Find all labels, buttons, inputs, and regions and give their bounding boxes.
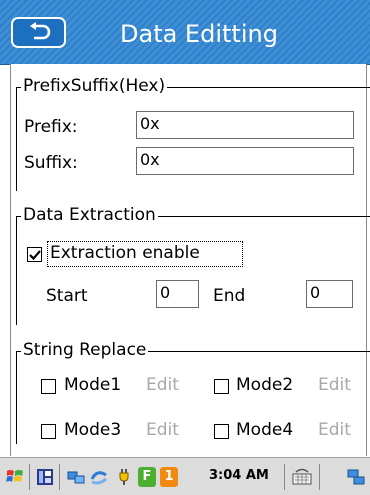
checkmark-icon	[29, 250, 41, 261]
power-plug-icon[interactable]	[114, 467, 134, 487]
mode2-checkbox[interactable]	[214, 379, 229, 394]
mode2-label[interactable]: Mode2	[236, 375, 293, 395]
string-replace-group-title: String Replace	[21, 339, 149, 361]
extraction-enable-checkbox[interactable]	[27, 247, 42, 262]
network-icon[interactable]	[66, 467, 86, 487]
title-bar: Data Editting	[0, 0, 370, 65]
end-field[interactable]: 0	[306, 280, 353, 308]
data-extraction-group-title: Data Extraction	[21, 204, 158, 226]
prefix-field[interactable]: 0x	[136, 111, 354, 139]
taskbar-separator	[29, 464, 30, 490]
status-badge-f: F	[138, 467, 156, 487]
sync-icon[interactable]	[89, 467, 109, 487]
data-extraction-group: Data Extraction	[16, 204, 370, 325]
back-button[interactable]	[11, 17, 66, 48]
status-badge-1: 1	[160, 467, 178, 487]
windows-start-icon[interactable]	[5, 467, 25, 487]
back-arrow-icon	[30, 22, 51, 40]
mode2-edit-button[interactable]: Edit	[318, 375, 351, 395]
taskbar-separator	[59, 464, 60, 490]
start-field[interactable]: 0	[156, 280, 199, 308]
keyboard-icon[interactable]	[292, 467, 312, 487]
mode3-label[interactable]: Mode3	[64, 420, 121, 440]
taskbar-separator	[284, 464, 285, 490]
prefix-label: Prefix:	[24, 117, 78, 137]
mode1-label[interactable]: Mode1	[64, 375, 121, 395]
suffix-label: Suffix:	[24, 153, 78, 173]
mode4-checkbox[interactable]	[214, 424, 229, 439]
mode4-label[interactable]: Mode4	[236, 420, 293, 440]
end-label: End	[213, 286, 246, 306]
mode3-edit-button[interactable]: Edit	[146, 420, 179, 440]
start-label: Start	[46, 286, 88, 306]
mode3-checkbox[interactable]	[41, 424, 56, 439]
suffix-field[interactable]: 0x	[136, 147, 354, 175]
taskbar-separator	[319, 464, 320, 490]
taskbar: F 1 3:04 AM	[0, 457, 370, 495]
app-icon[interactable]	[35, 467, 55, 487]
mode1-checkbox[interactable]	[41, 379, 56, 394]
mode4-edit-button[interactable]: Edit	[318, 420, 351, 440]
page-title: Data Editting	[120, 20, 278, 48]
prefix-suffix-group: PrefixSuffix(Hex)	[16, 75, 370, 191]
connect-icon[interactable]	[346, 467, 366, 487]
prefix-suffix-group-title: PrefixSuffix(Hex)	[21, 75, 168, 97]
mode1-edit-button[interactable]: Edit	[146, 375, 179, 395]
extraction-enable-label[interactable]: Extraction enable	[50, 243, 200, 263]
clock[interactable]: 3:04 AM	[209, 468, 269, 483]
